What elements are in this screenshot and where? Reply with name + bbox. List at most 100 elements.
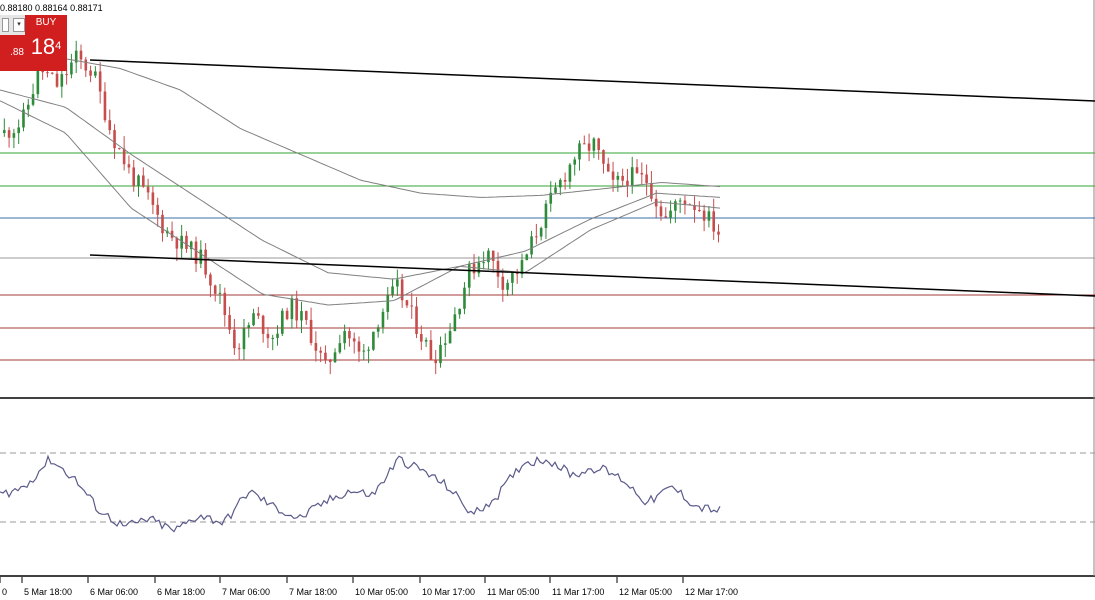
candle-body <box>458 308 461 315</box>
x-axis: 0 5 Mar 18:00 6 Mar 06:00 6 Mar 18:00 7 Mar … <box>0 577 738 597</box>
candle-body <box>635 167 639 173</box>
candle-body <box>185 235 188 249</box>
candle-body <box>554 187 557 193</box>
candle-body <box>343 331 346 344</box>
candle-body <box>415 306 418 335</box>
candle-body <box>496 260 500 277</box>
candle-body <box>530 236 533 255</box>
candle-body <box>55 73 59 87</box>
candle-body <box>65 74 68 76</box>
candle-body <box>36 69 40 95</box>
candle-body <box>707 211 711 221</box>
candle-body <box>592 138 596 151</box>
candle-body <box>290 298 294 320</box>
one-click-trade-panel: ▾ .88 BUY 184 <box>0 15 67 71</box>
candle-body <box>98 71 102 92</box>
candle-body <box>319 350 322 353</box>
candle-body <box>420 334 423 342</box>
candle-body <box>578 143 581 160</box>
candle-body <box>252 313 255 326</box>
moving-averages <box>0 57 721 306</box>
candle-body <box>213 285 217 294</box>
candle-body <box>218 292 222 294</box>
candlesticks <box>3 40 720 375</box>
candle-body <box>376 327 380 332</box>
candle-body <box>506 282 509 290</box>
candle-body <box>429 340 433 361</box>
candle-body <box>630 167 634 187</box>
candle-body <box>606 163 610 172</box>
candle-body <box>405 300 409 306</box>
candle-body <box>113 130 116 149</box>
candle-body <box>84 59 88 71</box>
chevron-down-icon[interactable]: ▾ <box>13 18 25 32</box>
candle-body <box>386 294 390 312</box>
candle-body <box>26 104 30 110</box>
x-tick-label: 11 Mar 05:00 <box>487 587 539 597</box>
candle-body <box>89 70 92 76</box>
moving-average-line <box>0 100 721 306</box>
x-tick-label: 12 Mar 05:00 <box>619 587 672 597</box>
candle-body <box>535 236 538 238</box>
candle-body <box>664 216 668 218</box>
candle-body <box>281 310 284 334</box>
candle-body <box>611 171 615 180</box>
ohlc-readout: 0.88180 0.88164 0.88171 <box>0 3 103 13</box>
candle-body <box>17 127 20 134</box>
x-tick-label: 11 Mar 17:00 <box>552 587 604 597</box>
sell-tab[interactable] <box>2 18 9 32</box>
candle-body <box>357 341 361 352</box>
candle-body <box>314 342 318 351</box>
candle-body <box>539 228 543 237</box>
candle-body <box>199 249 203 264</box>
candle-body <box>434 360 437 364</box>
x-tick-label: 6 Mar 06:00 <box>90 587 138 597</box>
candle-body <box>108 120 112 131</box>
candle-body <box>46 72 49 74</box>
candle-body <box>300 311 303 321</box>
candle-body <box>582 143 586 145</box>
candle-body <box>127 164 131 168</box>
candle-body <box>137 175 140 186</box>
candle-body <box>3 130 6 133</box>
x-tick-label: 10 Mar 17:00 <box>422 587 475 597</box>
candle-body <box>717 231 720 235</box>
candle-body <box>151 192 155 205</box>
candle-body <box>79 50 83 60</box>
candle-body <box>142 175 145 187</box>
candle-body <box>424 340 428 342</box>
buy-button[interactable]: BUY 184 <box>25 15 67 71</box>
buy-price-big: 18 <box>30 34 56 59</box>
candle-body <box>372 331 375 350</box>
candle-body <box>439 344 442 364</box>
candle-body <box>324 352 327 360</box>
candle-body <box>597 138 600 151</box>
sell-button[interactable]: .88 <box>0 35 25 71</box>
candle-body <box>621 175 624 181</box>
candle-body <box>410 305 414 307</box>
candle-body <box>712 211 716 232</box>
candle-body <box>194 241 198 264</box>
candle-body <box>146 186 150 193</box>
candle-body <box>348 331 351 339</box>
candle-body <box>266 333 270 339</box>
candle-body <box>257 313 260 316</box>
buy-price-pip: 4 <box>55 40 62 52</box>
candle-body <box>362 350 366 352</box>
oscillator-pane <box>0 452 1095 533</box>
x-tick-label: 0 <box>2 587 7 597</box>
candle-body <box>132 167 136 186</box>
candle-body <box>602 150 605 164</box>
candle-body <box>482 262 485 264</box>
candle-body <box>659 206 663 217</box>
candle-body <box>276 333 279 338</box>
candle-body <box>443 343 447 345</box>
x-tick-label: 5 Mar 18:00 <box>24 587 72 597</box>
candle-body <box>563 179 567 182</box>
horizontal-levels <box>0 152 1095 361</box>
candle-body <box>309 319 313 343</box>
candle-body <box>161 214 164 234</box>
candle-body <box>304 311 308 320</box>
candle-body <box>587 143 591 151</box>
candle-body <box>674 201 677 211</box>
